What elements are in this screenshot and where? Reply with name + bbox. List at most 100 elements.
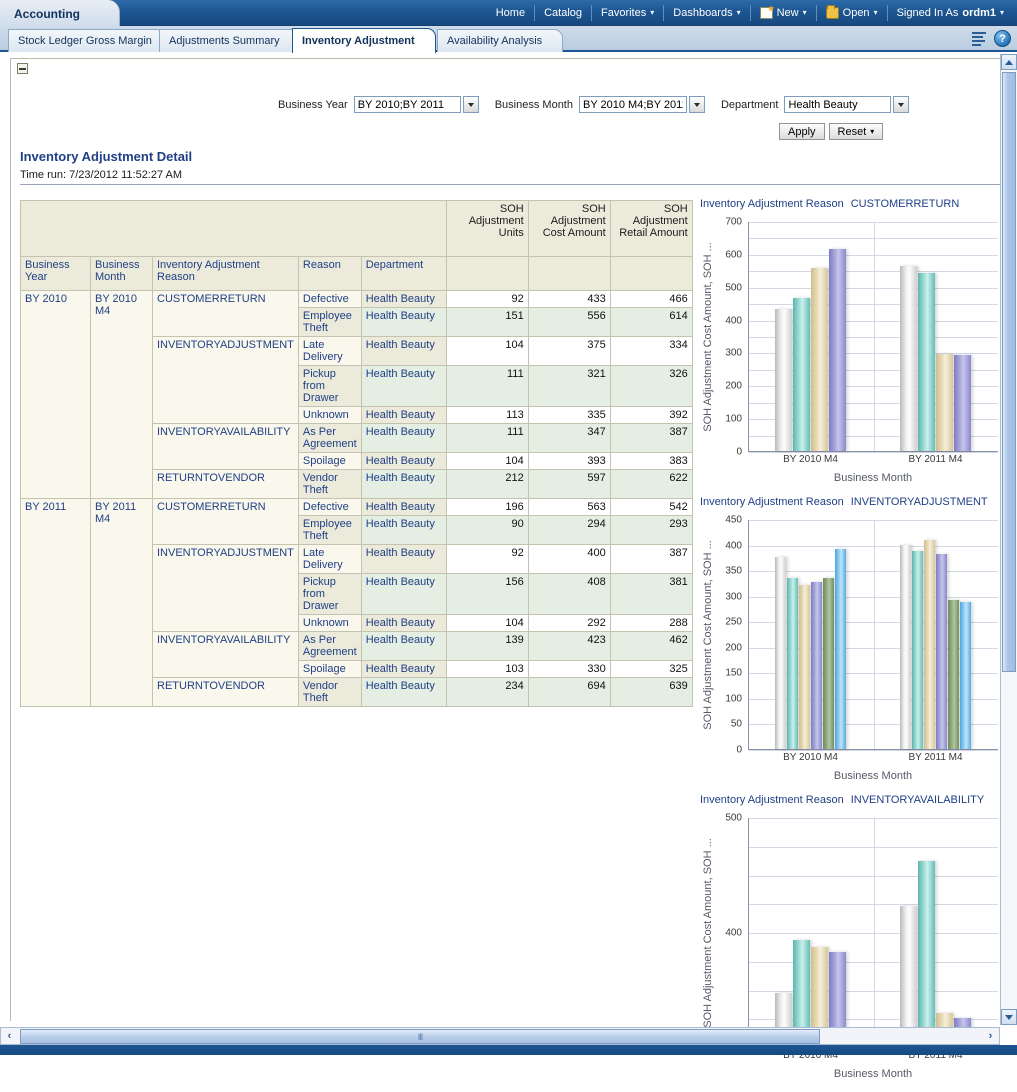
cell-reason[interactable]: Spoilage xyxy=(298,661,361,678)
cell-reason[interactable]: Late Delivery xyxy=(298,545,361,574)
cell-department[interactable]: Health Beauty xyxy=(361,424,446,453)
cell-department[interactable]: Health Beauty xyxy=(361,574,446,615)
bar[interactable] xyxy=(900,906,917,1047)
cell-inventory-adjustment-reason[interactable]: RETURNTOVENDOR xyxy=(153,678,299,707)
tab-stock-ledger-gross-margin[interactable]: Stock Ledger Gross Margin xyxy=(8,29,165,52)
horizontal-scroll-thumb[interactable] xyxy=(20,1029,820,1044)
scroll-down-icon[interactable] xyxy=(1001,1009,1017,1025)
collapse-section-icon[interactable] xyxy=(17,63,28,74)
department-combo[interactable] xyxy=(784,96,909,113)
help-icon[interactable]: ? xyxy=(994,30,1011,47)
cell-reason[interactable]: As Per Agreement xyxy=(298,632,361,661)
business-year-input[interactable] xyxy=(354,96,461,113)
bar[interactable] xyxy=(948,600,959,749)
cell-department[interactable]: Health Beauty xyxy=(361,453,446,470)
bar[interactable] xyxy=(900,266,917,451)
cell-department[interactable]: Health Beauty xyxy=(361,499,446,516)
cell-department[interactable]: Health Beauty xyxy=(361,632,446,661)
cell-reason[interactable]: Late Delivery xyxy=(298,337,361,366)
chevron-down-icon[interactable] xyxy=(893,96,909,113)
department-input[interactable] xyxy=(784,96,891,113)
cell-department[interactable]: Health Beauty xyxy=(361,678,446,707)
cell-inventory-adjustment-reason[interactable]: INVENTORYADJUSTMENT xyxy=(153,545,299,632)
bar[interactable] xyxy=(793,298,810,451)
bar[interactable] xyxy=(918,861,935,1047)
bar[interactable] xyxy=(936,354,953,451)
cell-reason[interactable]: Employee Theft xyxy=(298,308,361,337)
cell-reason[interactable]: Unknown xyxy=(298,615,361,632)
cell-department[interactable]: Health Beauty xyxy=(361,470,446,499)
cell-department[interactable]: Health Beauty xyxy=(361,291,446,308)
tab-adjustments-summary[interactable]: Adjustments Summary xyxy=(159,29,299,52)
bar[interactable] xyxy=(811,582,822,749)
cell-inventory-adjustment-reason[interactable]: INVENTORYAVAILABILITY xyxy=(153,632,299,678)
cell-department[interactable]: Health Beauty xyxy=(361,308,446,337)
reset-button[interactable]: Reset ▾ xyxy=(829,123,884,140)
cell-department[interactable]: Health Beauty xyxy=(361,545,446,574)
bar[interactable] xyxy=(829,249,846,451)
column-header-dimension[interactable]: Business Year xyxy=(21,257,91,291)
bar[interactable] xyxy=(954,355,971,451)
tab-inventory-adjustment[interactable]: Inventory Adjustment xyxy=(292,28,436,53)
column-header-dimension[interactable]: Reason xyxy=(298,257,361,291)
bar[interactable] xyxy=(775,557,786,749)
tab-label: Inventory Adjustment xyxy=(302,35,415,47)
dashboard-name-tab[interactable]: Accounting xyxy=(0,0,120,28)
chevron-down-icon[interactable] xyxy=(689,96,705,113)
bar[interactable] xyxy=(787,578,798,749)
cell-department[interactable]: Health Beauty xyxy=(361,615,446,632)
cell-reason[interactable]: Unknown xyxy=(298,407,361,424)
scroll-right-icon[interactable]: › xyxy=(982,1028,999,1044)
scroll-up-icon[interactable] xyxy=(1001,54,1017,70)
cell-inventory-adjustment-reason[interactable]: RETURNTOVENDOR xyxy=(153,470,299,499)
column-header-dimension[interactable]: Department xyxy=(361,257,446,291)
cell-reason[interactable]: As Per Agreement xyxy=(298,424,361,453)
column-header-measure[interactable]: SOH Adjustment Units xyxy=(446,201,528,257)
bar[interactable] xyxy=(900,545,911,749)
bar[interactable] xyxy=(835,549,846,749)
cell-reason[interactable]: Vendor Theft xyxy=(298,470,361,499)
cell-department[interactable]: Health Beauty xyxy=(361,407,446,424)
vertical-scroll-thumb[interactable] xyxy=(1002,72,1016,672)
bar[interactable] xyxy=(811,268,828,451)
cell-reason[interactable]: Vendor Theft xyxy=(298,678,361,707)
cell-reason[interactable]: Employee Theft xyxy=(298,516,361,545)
column-header-dimension[interactable]: Business Month xyxy=(91,257,153,291)
tab-availability-analysis[interactable]: Availability Analysis xyxy=(437,29,563,52)
cell-inventory-adjustment-reason[interactable]: CUSTOMERRETURN xyxy=(153,291,299,337)
cell-reason[interactable]: Defective xyxy=(298,499,361,516)
column-header-dimension[interactable]: Inventory Adjustment Reason xyxy=(153,257,299,291)
vertical-scrollbar[interactable] xyxy=(1000,54,1017,1025)
bar[interactable] xyxy=(918,273,935,451)
cell-department[interactable]: Health Beauty xyxy=(361,661,446,678)
bar[interactable] xyxy=(799,585,810,749)
bar[interactable] xyxy=(924,540,935,749)
bar[interactable] xyxy=(936,554,947,749)
cell-department[interactable]: Health Beauty xyxy=(361,516,446,545)
business-month-input[interactable] xyxy=(579,96,687,113)
cell-department[interactable]: Health Beauty xyxy=(361,337,446,366)
chart-plot-area: SOH Adjustment Cost Amount, SOH ...05010… xyxy=(700,520,1002,772)
cell-reason[interactable]: Spoilage xyxy=(298,453,361,470)
cell-reason[interactable]: Pickup from Drawer xyxy=(298,366,361,407)
bar[interactable] xyxy=(912,551,923,749)
column-header-measure[interactable]: SOH Adjustment Cost Amount xyxy=(528,201,610,257)
business-month-combo[interactable] xyxy=(579,96,705,113)
cell-inventory-adjustment-reason[interactable]: CUSTOMERRETURN xyxy=(153,499,299,545)
cell-reason[interactable]: Defective xyxy=(298,291,361,308)
bar[interactable] xyxy=(775,309,792,451)
horizontal-scrollbar[interactable]: ‹ › xyxy=(0,1027,1000,1045)
apply-button[interactable]: Apply xyxy=(779,123,825,140)
bar[interactable] xyxy=(960,602,971,749)
cell-inventory-adjustment-reason[interactable]: INVENTORYADJUSTMENT xyxy=(153,337,299,424)
bar[interactable] xyxy=(823,578,834,749)
scroll-left-icon[interactable]: ‹ xyxy=(1,1028,18,1044)
cell-inventory-adjustment-reason[interactable]: INVENTORYAVAILABILITY xyxy=(153,424,299,470)
chart-title-value: INVENTORYADJUSTMENT xyxy=(851,496,988,508)
column-header-measure[interactable]: SOH Adjustment Retail Amount xyxy=(610,201,692,257)
chevron-down-icon[interactable] xyxy=(463,96,479,113)
cell-department[interactable]: Health Beauty xyxy=(361,366,446,407)
business-year-combo[interactable] xyxy=(354,96,479,113)
cell-reason[interactable]: Pickup from Drawer xyxy=(298,574,361,615)
page-options-icon[interactable] xyxy=(971,30,988,47)
